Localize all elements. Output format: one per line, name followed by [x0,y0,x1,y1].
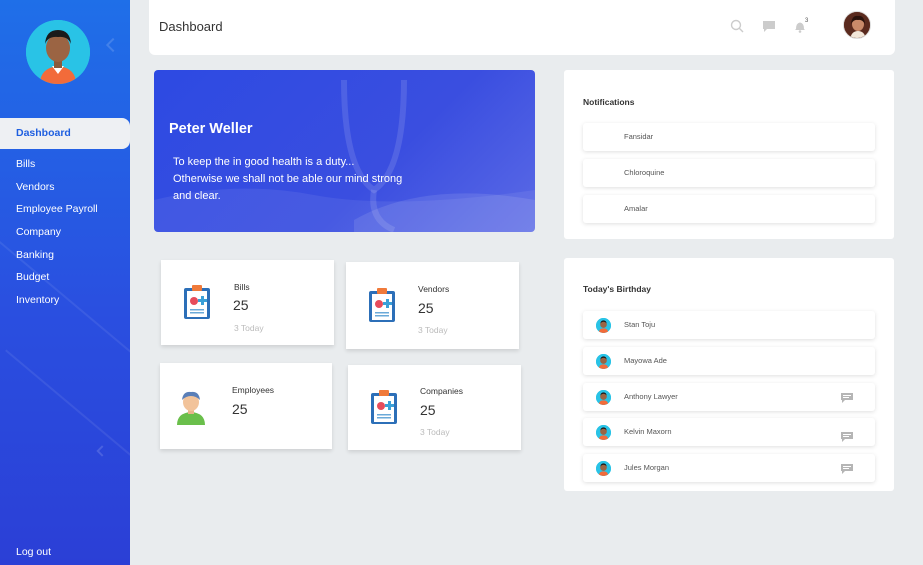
stat-label: Vendors [418,284,450,294]
sidebar-item-employee-payroll[interactable]: Employee Payroll [0,198,130,221]
person-avatar-icon [596,390,611,405]
birthday-name: Jules Morgan [624,463,670,472]
notification-text: Amalar [624,204,648,213]
notification-item[interactable]: Chloroquine [583,159,875,187]
stat-card-bills[interactable]: Bills 25 3 Today [161,260,334,345]
birthday-name: Mayowa Ade [624,356,667,365]
person-avatar-icon [26,20,90,84]
hero-quote: To keep the in good health is a duty... … [173,156,403,202]
sidebar-item-bills[interactable]: Bills [0,153,130,176]
sidebar-nav: Dashboard Bills Vendors Employee Payroll… [0,118,130,312]
notification-count-badge: 3 [805,18,809,24]
stethoscope-background-icon [154,79,535,232]
page-title: Dashboard [159,19,223,34]
person-avatar-icon [596,354,611,369]
user-avatar[interactable] [26,20,90,84]
birthday-panel: Today's Birthday Stan Toju Mayowa Ade An… [564,258,894,491]
search-icon[interactable] [729,18,745,34]
hero-name: Peter Weller [169,121,253,137]
chat-icon[interactable] [761,18,777,34]
sidebar-item-company[interactable]: Company [0,221,130,244]
notification-text: Fansidar [624,132,654,141]
stat-value: 25 [232,401,248,417]
sidebar-decoration [96,445,108,457]
panel-title: Notifications [583,97,635,107]
sidebar: Dashboard Bills Vendors Employee Payroll… [0,0,130,565]
birthday-item[interactable]: Stan Toju [583,311,875,339]
birthday-name: Kelvin Maxorn [624,427,672,436]
sidebar-item-inventory[interactable]: Inventory [0,289,130,312]
clipboard-icon [369,288,395,322]
employee-avatar-icon [177,391,205,425]
welcome-banner: Peter Weller To keep the in good health … [154,70,535,232]
stat-card-vendors[interactable]: Vendors 25 3 Today [346,262,519,349]
sidebar-item-dashboard[interactable]: Dashboard [0,118,130,149]
stat-value: 25 [418,300,434,316]
top-header: Dashboard 3 [149,0,895,55]
birthday-item[interactable]: Jules Morgan [583,454,875,482]
clipboard-icon [371,390,397,424]
profile-photo-icon [844,12,870,38]
notifications-panel: Notifications Fansidar Chloroquine Amala… [564,70,894,239]
sidebar-decoration [105,37,121,53]
birthday-item[interactable]: Anthony Lawyer [583,383,875,411]
notification-text: Chloroquine [624,168,665,177]
birthday-name: Anthony Lawyer [624,392,678,401]
birthday-name: Stan Toju [624,320,656,329]
stat-sub: 3 Today [418,325,448,335]
stat-sub: 3 Today [234,323,264,333]
stat-value: 25 [420,402,436,418]
birthday-item[interactable]: Mayowa Ade [583,347,875,375]
sidebar-item-budget[interactable]: Budget [0,266,130,289]
logout-link[interactable]: Log out [16,546,51,558]
stat-sub: 3 Today [420,427,450,437]
stat-card-companies[interactable]: Companies 25 3 Today [348,365,521,450]
notification-item[interactable]: Amalar [583,195,875,223]
person-avatar-icon [596,425,611,440]
sidebar-decoration [5,349,130,493]
person-avatar-icon [596,461,611,476]
sidebar-item-vendors[interactable]: Vendors [0,176,130,199]
notification-item[interactable]: Fansidar [583,123,875,151]
profile-avatar[interactable] [843,11,871,39]
stat-label: Bills [234,282,250,292]
message-icon[interactable] [841,393,853,403]
stat-value: 25 [233,297,249,313]
clipboard-icon [184,285,210,319]
panel-title: Today's Birthday [583,284,651,294]
sidebar-item-banking[interactable]: Banking [0,244,130,267]
person-avatar-icon [596,318,611,333]
message-icon[interactable] [841,464,853,474]
message-icon[interactable] [841,432,853,442]
stat-label: Companies [420,386,463,396]
birthday-item[interactable]: Kelvin Maxorn [583,418,875,446]
stat-card-employees[interactable]: Employees 25 [160,363,332,449]
stat-label: Employees [232,385,275,395]
